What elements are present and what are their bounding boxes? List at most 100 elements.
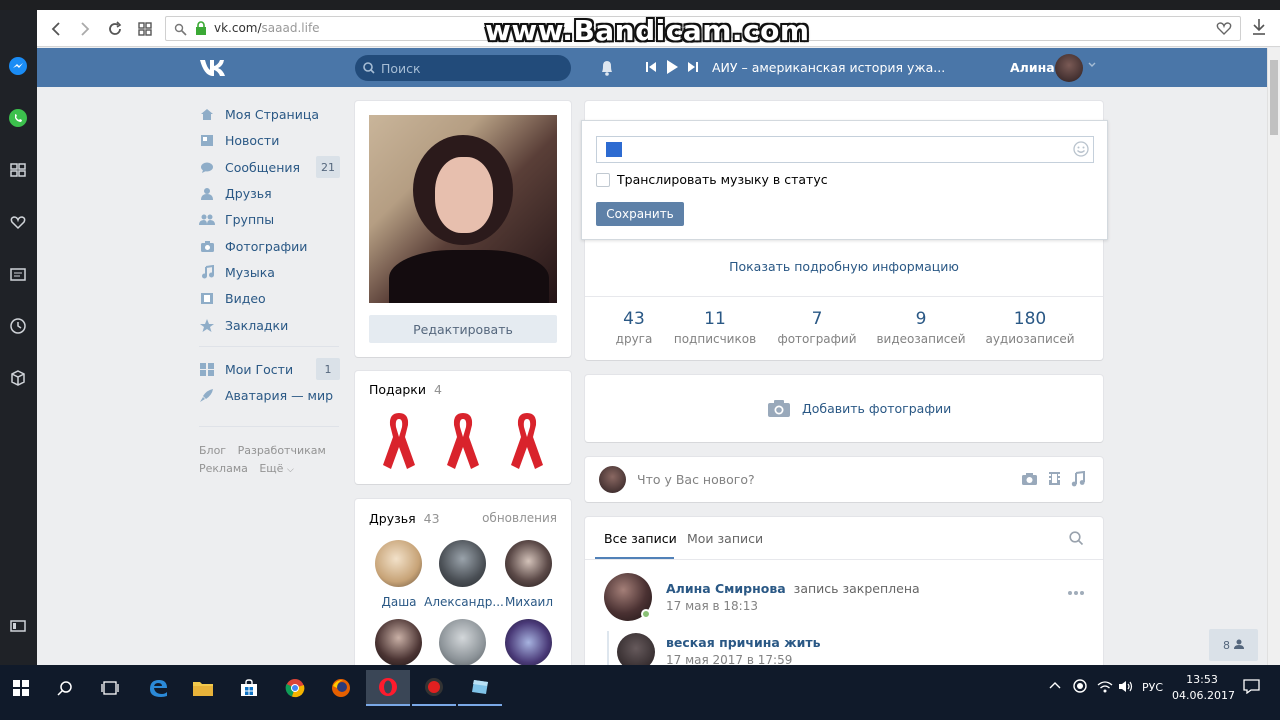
next-track-icon[interactable]: [687, 61, 699, 76]
edge-icon[interactable]: [137, 670, 179, 706]
gift-ribbon-icon[interactable]: [445, 409, 481, 474]
firefox-icon[interactable]: [320, 670, 362, 706]
search-input[interactable]: Поиск: [355, 55, 571, 81]
show-detailed-info-link[interactable]: Показать подробную информацию: [585, 259, 1103, 274]
page-scrollbar[interactable]: [1267, 48, 1280, 665]
save-status-button[interactable]: Сохранить: [596, 202, 684, 226]
play-icon[interactable]: [665, 59, 679, 78]
back-icon[interactable]: [45, 18, 67, 40]
heart-icon[interactable]: [8, 212, 28, 232]
sidebar-toggle-icon[interactable]: [8, 616, 28, 636]
post-date[interactable]: 17 мая в 18:13: [666, 599, 758, 613]
wifi-icon[interactable]: [1097, 680, 1113, 696]
scrollbar-thumb[interactable]: [1270, 60, 1278, 135]
gifts-header[interactable]: Подарки 4: [369, 382, 442, 397]
notifications-bell-icon[interactable]: [599, 59, 615, 79]
sidebar-item-groups[interactable]: Группы: [199, 208, 274, 230]
sidebar-item-news[interactable]: Новости: [199, 129, 279, 151]
profile-photo[interactable]: [369, 115, 557, 303]
header-user-name[interactable]: Алина: [1010, 60, 1055, 75]
store-icon[interactable]: [228, 670, 270, 706]
news-icon[interactable]: [8, 264, 28, 284]
counter-followers[interactable]: 11 подписчиков: [671, 309, 759, 346]
sidebar-item-photos[interactable]: Фотографии: [199, 235, 307, 257]
guests-badge[interactable]: 1: [316, 358, 340, 380]
friend-avatar[interactable]: [439, 540, 486, 587]
sidebar-item-friends[interactable]: Друзья: [199, 182, 272, 204]
friend-name[interactable]: Михаил: [489, 595, 569, 609]
gift-ribbon-icon[interactable]: [509, 409, 545, 474]
add-photos-card[interactable]: Добавить фотографии: [585, 375, 1103, 442]
gift-ribbon-icon[interactable]: [381, 409, 417, 474]
file-explorer-icon[interactable]: [182, 670, 224, 706]
counter-friends[interactable]: 43 друга: [604, 309, 664, 346]
volume-icon[interactable]: [1118, 680, 1134, 696]
bookmark-heart-icon[interactable]: [1216, 21, 1232, 44]
counter-photos[interactable]: 7 фотографий: [774, 309, 860, 346]
bandicam-icon[interactable]: [412, 670, 456, 706]
friends-updates-link[interactable]: обновления: [482, 511, 557, 525]
chevron-down-icon[interactable]: [1087, 60, 1097, 73]
opera-icon[interactable]: [366, 670, 410, 706]
speed-dial-icon[interactable]: [8, 160, 28, 180]
video-icon[interactable]: [1048, 471, 1061, 489]
sidebar-item-video[interactable]: Видео: [199, 287, 266, 309]
friend-avatar[interactable]: [375, 619, 422, 666]
camera-icon[interactable]: [1021, 472, 1038, 489]
friend-avatar[interactable]: [375, 540, 422, 587]
footer-link-developers[interactable]: Разработчикам: [238, 444, 326, 457]
footer-link-blog[interactable]: Блог: [199, 444, 226, 457]
whatsapp-icon[interactable]: [8, 108, 28, 128]
messenger-icon[interactable]: [8, 56, 28, 76]
edit-profile-button[interactable]: Редактировать: [369, 315, 557, 343]
current-track-title[interactable]: АИУ – американская история ужа...: [712, 60, 945, 75]
friend-avatar[interactable]: [439, 619, 486, 666]
counter-audio[interactable]: 180 аудиозаписей: [982, 309, 1078, 346]
reload-icon[interactable]: [104, 18, 126, 40]
vk-logo-icon[interactable]: [199, 58, 231, 81]
counter-videos[interactable]: 9 видеозаписей: [873, 309, 969, 346]
header-avatar[interactable]: [1055, 54, 1083, 82]
emoji-icon[interactable]: [1073, 141, 1089, 160]
sidebar-item-my-page[interactable]: Моя Страница: [199, 103, 319, 125]
chrome-icon[interactable]: [274, 670, 316, 706]
history-icon[interactable]: [8, 316, 28, 336]
sidebar-item-messages[interactable]: Сообщения: [199, 156, 300, 178]
footer-link-ads[interactable]: Реклама: [199, 462, 248, 475]
repost-title[interactable]: веская причина жить: [666, 635, 821, 650]
status-input[interactable]: [596, 136, 1094, 163]
sidebar-item-music[interactable]: Музыка: [199, 261, 275, 283]
composer-input[interactable]: Что у Вас нового?: [637, 472, 755, 487]
sidebar-item-avataria[interactable]: Аватария — мир: [199, 384, 333, 406]
footer-link-more[interactable]: Ещё: [259, 462, 283, 475]
forward-icon[interactable]: [74, 18, 96, 40]
friend-avatar[interactable]: [505, 619, 552, 666]
messages-badge[interactable]: 21: [316, 156, 340, 178]
broadcast-music-option[interactable]: Транслировать музыку в статус: [596, 172, 828, 187]
keyboard-language[interactable]: РУС: [1142, 681, 1163, 694]
post-author-name[interactable]: Алина Смирнова: [666, 581, 786, 596]
music-note-icon[interactable]: [1071, 470, 1085, 490]
broadcast-checkbox[interactable]: [596, 172, 610, 187]
add-photos-button[interactable]: Добавить фотографии: [767, 399, 951, 418]
search-icon[interactable]: [44, 670, 86, 706]
record-tray-icon[interactable]: [1073, 679, 1087, 696]
action-center-icon[interactable]: [1243, 679, 1260, 697]
friends-header[interactable]: Друзья 43: [369, 511, 440, 526]
tray-clock[interactable]: 13:53 04.06.2017: [1172, 672, 1235, 704]
tab-all-posts[interactable]: Все записи: [604, 531, 677, 546]
sidebar-item-bookmarks[interactable]: Закладки: [199, 314, 288, 336]
speed-dial-button-icon[interactable]: [134, 18, 156, 40]
tab-my-posts[interactable]: Мои записи: [687, 531, 763, 546]
prev-track-icon[interactable]: [645, 61, 657, 76]
sidebar-item-my-guests[interactable]: Мои Гости: [199, 358, 293, 380]
tray-chevron-up-icon[interactable]: [1048, 678, 1062, 693]
download-icon[interactable]: [1251, 18, 1267, 39]
extensions-icon[interactable]: [8, 368, 28, 388]
notepad-app-icon[interactable]: [458, 670, 502, 706]
friend-avatar[interactable]: [505, 540, 552, 587]
windows-start-icon[interactable]: [0, 670, 42, 706]
online-friends-counter[interactable]: 8: [1209, 629, 1258, 661]
more-options-icon[interactable]: [1067, 585, 1085, 599]
task-view-icon[interactable]: [89, 670, 131, 706]
